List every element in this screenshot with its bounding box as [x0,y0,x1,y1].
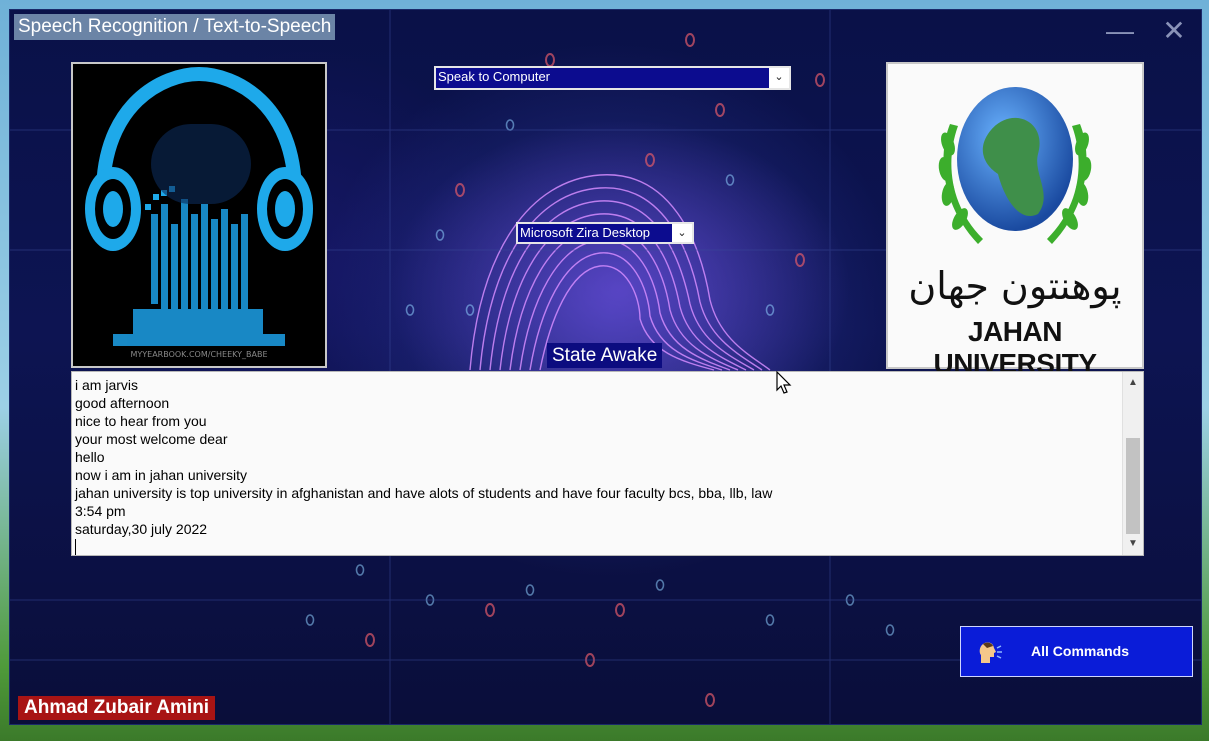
transcript-lines: i am jarvis good afternoon nice to hear … [75,376,1119,555]
mouse-pointer-icon [776,371,792,394]
scroll-down-icon[interactable]: ▼ [1123,535,1143,553]
transcript-line: saturday,30 july 2022 [75,521,208,537]
transcript-line: i am jarvis [75,377,139,393]
transcript-line: now i am in jahan university [75,467,247,483]
transcript-line: your most welcome dear [75,431,228,447]
mode-select-value: Speak to Computer [438,69,551,84]
transcript-line: 3:54 pm [75,503,126,519]
state-label: State Awake [547,343,663,368]
transcript-line: nice to hear from you [75,413,207,429]
speaking-head-icon [979,642,1002,663]
transcript-scrollbar[interactable]: ▲ ▼ [1122,372,1143,555]
minimize-button[interactable]: — [1100,16,1140,50]
headphones-head-icon [85,66,313,346]
mode-select[interactable]: Speak to Computer ⌄ [434,66,791,90]
author-label: Ahmad Zubair Amini [18,696,216,720]
voice-select[interactable]: Microsoft Zira Desktop ⌄ [516,222,694,244]
chevron-down-icon[interactable]: ⌄ [672,224,692,242]
window-title: Speech Recognition / Text-to-Speech [14,14,336,40]
app-window: Speech Recognition / Text-to-Speech — ✕ [10,10,1201,724]
image-watermark: MYYEARBOOK.COM/CHEEKY_BABE [130,350,268,359]
chevron-down-icon[interactable]: ⌄ [769,68,789,88]
scroll-up-icon[interactable]: ▲ [1123,374,1143,392]
voice-select-value: Microsoft Zira Desktop [520,225,651,240]
globe-laurel-icon [938,87,1092,244]
all-commands-label: All Commands [1031,643,1130,659]
university-name-farsi: پوهنتون جهان [908,264,1122,308]
transcript-line: good afternoon [75,395,170,411]
text-caret [75,539,76,555]
transcript-textarea[interactable]: i am jarvis good afternoon nice to hear … [71,371,1144,556]
all-commands-button[interactable]: All Commands [960,626,1193,677]
scroll-thumb[interactable] [1126,438,1140,534]
transcript-line: hello [75,449,105,465]
university-logo-panel: پوهنتون جهان JAHAN UNIVERSITY [886,62,1144,379]
transcript-line: jahan university is top university in af… [75,485,773,501]
headphones-image-panel: MYYEARBOOK.COM/CHEEKY_BABE [71,62,327,368]
close-button[interactable]: ✕ [1154,16,1194,50]
